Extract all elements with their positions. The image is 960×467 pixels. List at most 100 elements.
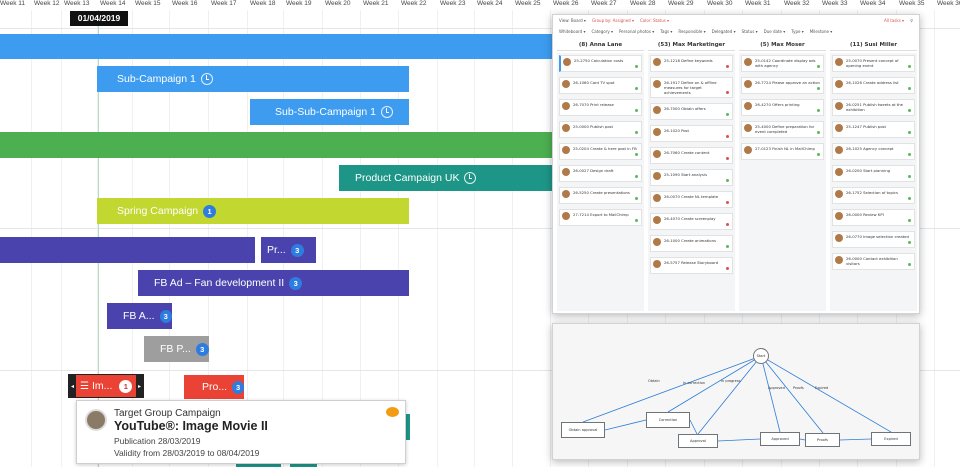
filter-dropdown[interactable]: Personal photos ▾ bbox=[619, 29, 654, 34]
task-filter-dropdown[interactable]: All tasks ▾ bbox=[884, 18, 904, 23]
week-label: Week 16 bbox=[172, 0, 198, 7]
workflow-diagram-panel: Obtain In correction In progress Approved Pr… bbox=[552, 323, 920, 460]
kanban-card[interactable]: 26-0070 Create NL template bbox=[650, 191, 733, 208]
toolbar-dropdown[interactable]: Color: Status ▾ bbox=[640, 18, 669, 23]
sub-sub-campaign-bar[interactable]: Sub-Sub-Campaign 1 bbox=[250, 99, 409, 125]
kanban-column-header[interactable]: (5) Max Moser bbox=[739, 40, 826, 51]
kanban-card[interactable]: 26-4270 Offers printing bbox=[741, 99, 824, 116]
fb-p-bar[interactable]: FB P... 3 bbox=[144, 336, 209, 362]
kanban-card[interactable]: 26-5250 Create presentations bbox=[559, 187, 642, 204]
sub-campaign-bar[interactable]: Sub-Campaign 1 bbox=[97, 66, 409, 92]
kanban-card[interactable]: 26-0027 Design draft bbox=[559, 165, 642, 182]
kanban-card[interactable]: 25-1218 Define keywords bbox=[650, 55, 733, 72]
filter-dropdown[interactable]: Delegated ▾ bbox=[712, 29, 736, 34]
week-label: Week 25 bbox=[515, 0, 541, 7]
kanban-column-header[interactable]: (53) Max Marketinger bbox=[648, 40, 735, 51]
kanban-card[interactable]: 26-7060 Create content bbox=[650, 147, 733, 164]
kanban-card[interactable]: 26-4070 Create screenplay bbox=[650, 213, 733, 230]
workflow-node[interactable]: Obtain approval bbox=[561, 422, 605, 438]
week-label: Week 20 bbox=[325, 0, 351, 7]
kanban-card[interactable]: 26-1060 Card TV spot bbox=[559, 77, 642, 94]
workflow-node[interactable]: Approved bbox=[760, 432, 800, 446]
week-label: Week 13 bbox=[64, 0, 90, 7]
workflow-edge bbox=[604, 419, 647, 431]
count-badge: 1 bbox=[119, 379, 133, 393]
kanban-card[interactable]: 26-7070 Print release bbox=[559, 99, 642, 116]
workflow-node[interactable]: Correction bbox=[646, 412, 690, 428]
fb-ad-fan-bar[interactable]: FB Ad – Fan development II 3 bbox=[138, 270, 409, 296]
kanban-card[interactable]: 26-0770 Image selection created bbox=[832, 231, 915, 248]
kanban-column: 25-0142 Coordinate display ads with agen… bbox=[739, 53, 826, 311]
green-campaign-bar[interactable] bbox=[0, 132, 560, 158]
kanban-card[interactable]: 26-1000 Create animations bbox=[650, 235, 733, 252]
filter-dropdown[interactable]: Category ▾ bbox=[591, 29, 613, 34]
kanban-board-panel: View: Board ▾ Group by: Assigned ▾ Color: … bbox=[552, 14, 920, 314]
comment-icon[interactable] bbox=[386, 407, 399, 417]
kanban-card[interactable]: 26-1752 Selection of topics bbox=[832, 187, 915, 204]
kanban-card[interactable]: 26-1026 Create address list bbox=[832, 77, 915, 94]
fb-p-label: FB P... bbox=[160, 343, 191, 355]
kanban-card[interactable]: 26-0200 Start planning bbox=[832, 165, 915, 182]
resize-right-handle[interactable]: ▸ bbox=[136, 375, 143, 397]
kanban-card[interactable]: 26-0251 Publish tweets at the exhibition bbox=[832, 99, 915, 116]
filter-dropdown[interactable]: Due date ▾ bbox=[764, 29, 786, 34]
kanban-card[interactable]: 26-1917 Define on & offline measures for… bbox=[650, 77, 733, 98]
week-label: Week 35 bbox=[899, 0, 925, 7]
workflow-node[interactable]: Expired bbox=[871, 432, 911, 446]
product-campaign-bar[interactable]: Product Campaign UK bbox=[339, 165, 560, 191]
resize-left-handle[interactable]: ◂ bbox=[69, 375, 76, 397]
toolbar-dropdown[interactable]: View: Board ▾ bbox=[559, 18, 586, 23]
filter-dropdown[interactable]: Milestone ▾ bbox=[810, 29, 833, 34]
kanban-card[interactable]: 26-0000 Review KPI bbox=[832, 209, 915, 226]
kanban-column-header[interactable]: (11) Susi Miller bbox=[830, 40, 917, 51]
pro-label: Pro... bbox=[202, 381, 228, 393]
kanban-column: 25-0070 Present concept of opening event… bbox=[830, 53, 917, 311]
kanban-card[interactable]: 25-0204 Create & here post in FB bbox=[559, 143, 642, 160]
search-icon[interactable]: ⚲ bbox=[910, 18, 913, 23]
kanban-card[interactable]: 26-5757 Release Storyboard bbox=[650, 257, 733, 274]
workflow-edge-label: Proofs bbox=[793, 386, 804, 390]
kanban-card[interactable]: 25-1090 Start analysis bbox=[650, 169, 733, 186]
workflow-node[interactable]: Proofs bbox=[805, 433, 840, 447]
count-badge: 3 bbox=[159, 309, 172, 323]
fb-a-bar[interactable]: FB A... 3 bbox=[107, 303, 172, 329]
week-label: Week 19 bbox=[286, 0, 312, 7]
clock-icon bbox=[381, 106, 393, 118]
kanban-card[interactable]: 26-1025 Agency concept bbox=[832, 143, 915, 160]
filter-dropdown[interactable]: Status ▾ bbox=[742, 29, 758, 34]
indigo-campaign-bar[interactable] bbox=[0, 237, 255, 263]
kanban-column-header[interactable]: (8) Anna Lane bbox=[557, 40, 644, 51]
kanban-card[interactable]: 27-0123 Finish NL in MailChimp bbox=[741, 143, 824, 160]
campaign-bar-top[interactable] bbox=[0, 34, 560, 59]
kanban-card[interactable]: 25-0142 Coordinate display ads with agen… bbox=[741, 55, 824, 72]
kanban-card[interactable]: 25-1247 Publish post bbox=[832, 121, 915, 138]
pr-bar[interactable]: Pr... 3 bbox=[261, 237, 316, 263]
spring-campaign-bar[interactable]: Spring Campaign 1 bbox=[97, 198, 409, 224]
im-bar-selected[interactable]: ◂ ☰ Im... 1 ▸ bbox=[68, 374, 144, 398]
pro-bar[interactable]: Pro... 3 bbox=[184, 375, 244, 399]
kanban-card[interactable]: 27-7214 Export to MailChimp bbox=[559, 209, 642, 226]
fb-a-label: FB A... bbox=[123, 310, 155, 322]
filter-dropdown[interactable]: Responsible ▾ bbox=[678, 29, 705, 34]
week-label: Week 33 bbox=[822, 0, 848, 7]
kanban-card[interactable]: 25-4000 Define preparation for event com… bbox=[741, 121, 824, 138]
kanban-card[interactable]: 26-1020 Post bbox=[650, 125, 733, 142]
workflow-edges: Obtain In correction In progress Approved Pr… bbox=[582, 355, 892, 442]
kanban-card[interactable]: 26-0000 Contact exhibition visitors bbox=[832, 253, 915, 270]
filter-dropdown[interactable]: Whiteboard ▾ bbox=[559, 29, 585, 34]
filter-dropdown[interactable]: Tags ▾ bbox=[660, 29, 672, 34]
kanban-card[interactable]: 26-7724 Please approve an action bbox=[741, 77, 824, 94]
week-label: Week 27 bbox=[591, 0, 617, 7]
filter-dropdown[interactable]: Type ▾ bbox=[791, 29, 803, 34]
toolbar-dropdown[interactable]: Group by: Assigned ▾ bbox=[592, 18, 634, 23]
workflow-node[interactable]: Start bbox=[753, 348, 769, 364]
workflow-edge-label: In correction bbox=[683, 381, 705, 385]
spring-campaign-label: Spring Campaign bbox=[117, 205, 199, 217]
workflow-edge-label: Expired bbox=[815, 386, 828, 390]
kanban-card[interactable]: 26-7000 Obtain offers bbox=[650, 103, 733, 120]
kanban-card[interactable]: 25-2750 Calculation costs bbox=[559, 55, 642, 72]
kanban-card[interactable]: 25-0070 Present concept of opening event bbox=[832, 55, 915, 72]
workflow-node[interactable]: Approval bbox=[678, 434, 718, 448]
kanban-card[interactable]: 25-0000 Publish post bbox=[559, 121, 642, 138]
week-label: Week 32 bbox=[784, 0, 810, 7]
